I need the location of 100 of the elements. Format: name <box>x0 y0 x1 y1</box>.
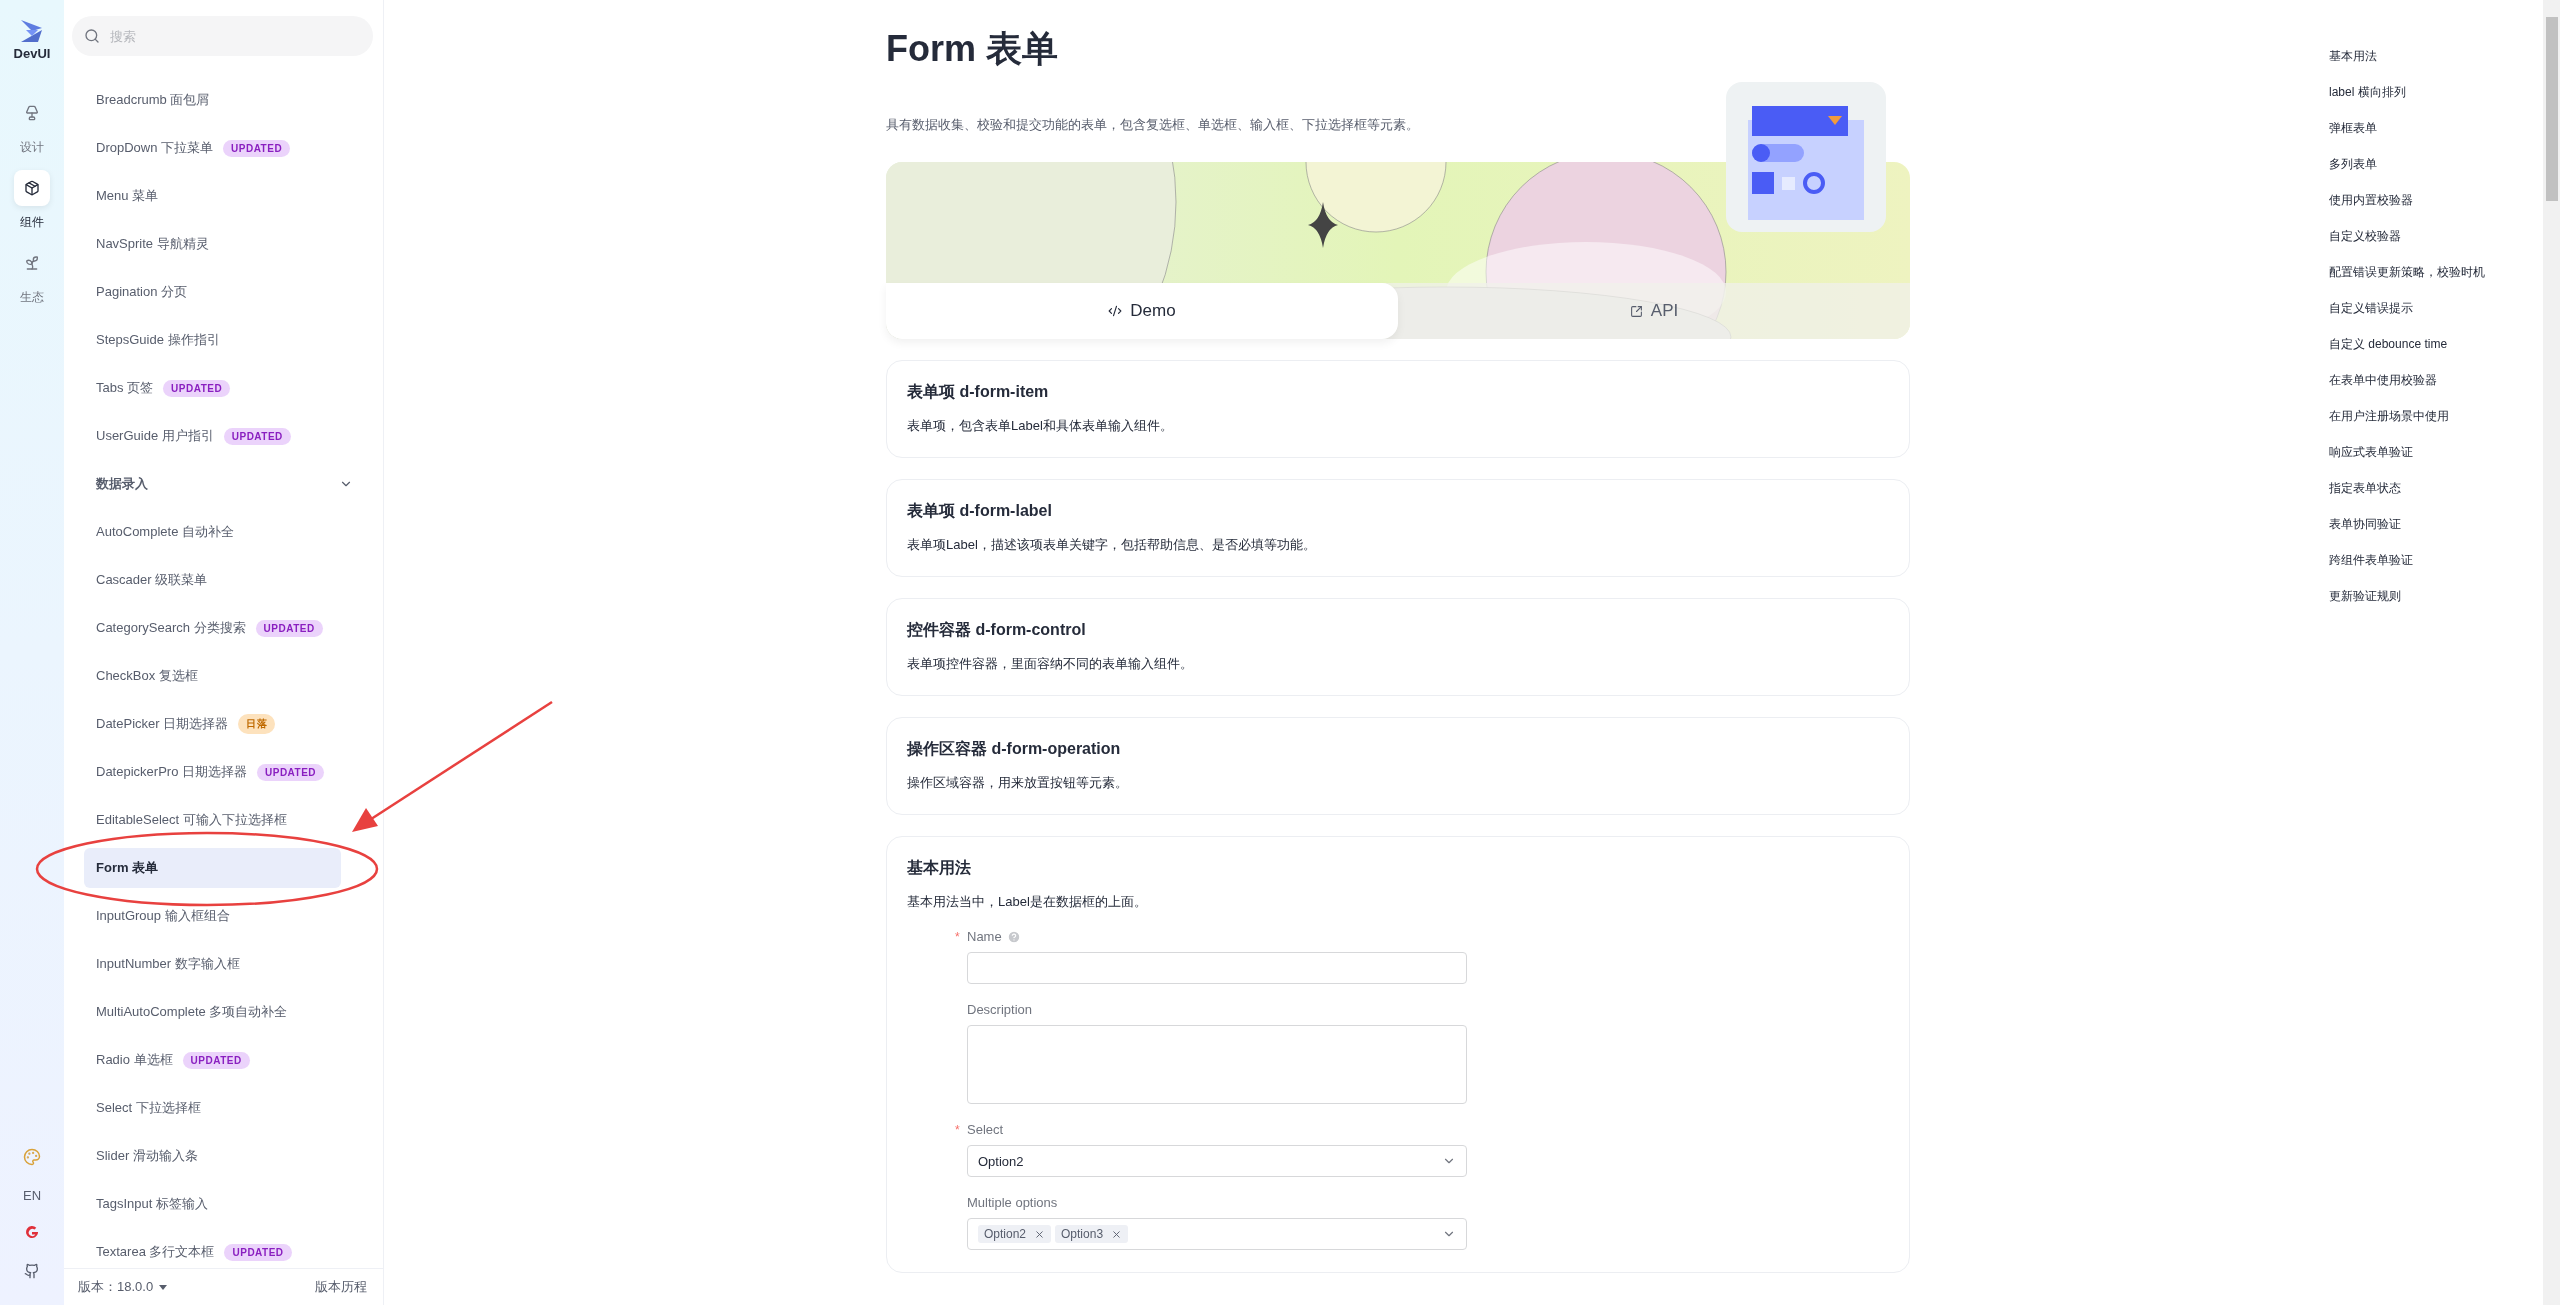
nav-item[interactable]: NavSprite 导航精灵 <box>84 224 341 264</box>
nav-item[interactable]: TagsInput 标签输入 <box>84 1184 341 1224</box>
nav-item[interactable]: Cascader 级联菜单 <box>84 560 341 600</box>
toc-link[interactable]: 自定义 debounce time <box>2329 326 2543 362</box>
nav-item-label: Tabs 页签 <box>96 379 154 397</box>
demo-title: 基本用法 <box>907 858 972 878</box>
section-title: 表单项 d-form-item <box>907 382 1050 402</box>
section-title: 表单项 d-form-label <box>907 501 1053 521</box>
status-badge: UPDATED <box>182 1051 250 1069</box>
textarea-field[interactable] <box>967 1025 1467 1104</box>
nav-item[interactable]: MultiAutoComplete 多项自动补全 <box>84 992 341 1032</box>
toc-link[interactable]: 弹框表单 <box>2329 110 2543 146</box>
nav-item[interactable]: Radio 单选框 UPDATED <box>84 1040 341 1080</box>
nav-item-label: Slider 滑动输入条 <box>96 1147 198 1165</box>
section-description: 操作区域容器，用来放置按钮等元素。 <box>907 774 1129 792</box>
nav-item-label: UserGuide 用户指引 <box>96 427 214 445</box>
nav-item-label: CheckBox 复选框 <box>96 667 198 685</box>
status-badge: UPDATED <box>163 379 231 397</box>
language-toggle[interactable]: EN <box>22 1188 42 1203</box>
toc-link[interactable]: 基本用法 <box>2329 38 2543 74</box>
toc-link[interactable]: 配置错误更新策略，校验时机 <box>2329 254 2543 290</box>
nav-item[interactable]: CheckBox 复选框 <box>84 656 341 696</box>
search-field[interactable]: 搜索 <box>72 16 373 56</box>
caret-icon <box>159 1284 168 1290</box>
search-input[interactable]: 搜索 <box>108 27 361 45</box>
nav-item-label: Pagination 分页 <box>96 283 188 301</box>
toc-link[interactable]: 在用户注册场景中使用 <box>2329 398 2543 434</box>
nav-item-label: DropDown 下拉菜单 <box>96 139 214 157</box>
nav-item[interactable]: Breadcrumb 面包屑 <box>84 80 341 120</box>
nav-item[interactable]: Menu 菜单 <box>84 176 341 216</box>
nav-item[interactable]: DatePicker 日期选择器 日落 <box>84 704 341 744</box>
toc-link[interactable]: 使用内置校验器 <box>2329 182 2543 218</box>
status-badge: UPDATED <box>257 763 325 781</box>
github-icon[interactable] <box>24 1263 40 1279</box>
status-badge: UPDATED <box>223 139 291 157</box>
nav-item[interactable]: DropDown 下拉菜单 UPDATED <box>84 128 341 168</box>
nav-item-label: TagsInput 标签输入 <box>96 1195 208 1213</box>
nav-group-header[interactable]: 数据录入 <box>96 475 353 493</box>
nav-item[interactable]: CategorySearch 分类搜索 UPDATED <box>84 608 341 648</box>
nav-item[interactable]: InputGroup 输入框组合 <box>84 896 341 936</box>
nav-item-label: InputGroup 输入框组合 <box>96 907 230 925</box>
rail-item[interactable]: 设计 <box>14 95 50 156</box>
scrollbar[interactable] <box>2543 0 2560 1305</box>
toc-link[interactable]: label 横向排列 <box>2329 74 2543 110</box>
toc-link[interactable]: 多列表单 <box>2329 146 2543 182</box>
field-label: Multiple options <box>967 1195 1058 1210</box>
square-icon <box>1629 304 1643 318</box>
toc-link[interactable]: 跨组件表单验证 <box>2329 542 2543 578</box>
nav-item-label: Select 下拉选择框 <box>96 1099 201 1117</box>
nav-item-label: InputNumber 数字输入框 <box>96 955 240 973</box>
logo-text: DevUI <box>13 46 51 61</box>
nav-item[interactable]: StepsGuide 操作指引 <box>84 320 341 360</box>
nav-item[interactable]: AutoComplete 自动补全 <box>84 512 341 552</box>
close-icon[interactable] <box>1034 1228 1046 1240</box>
toc-link[interactable]: 响应式表单验证 <box>2329 434 2543 470</box>
input-field[interactable] <box>967 952 1467 984</box>
version-dropdown[interactable]: 版本：18.0.0 <box>78 1278 168 1296</box>
toc-link[interactable]: 表单协同验证 <box>2329 506 2543 542</box>
close-icon[interactable] <box>1111 1228 1123 1240</box>
help-icon[interactable] <box>1006 929 1021 944</box>
nav-item-label: MultiAutoComplete 多项自动补全 <box>96 1003 288 1021</box>
nav-item[interactable]: Pagination 分页 <box>84 272 341 312</box>
nav-item[interactable]: InputNumber 数字输入框 <box>84 944 341 984</box>
demo-description: 基本用法当中，Label是在数据框的上面。 <box>907 893 1148 911</box>
nav-item[interactable]: Textarea 多行文本框 UPDATED <box>84 1232 341 1268</box>
multi-select-field[interactable]: Option2 Option3 <box>967 1218 1467 1250</box>
nav-item-label: StepsGuide 操作指引 <box>96 331 220 349</box>
nav-item[interactable]: DatepickerPro 日期选择器 UPDATED <box>84 752 341 792</box>
status-badge: UPDATED <box>224 1243 292 1261</box>
toc-link[interactable]: 指定表单状态 <box>2329 470 2543 506</box>
nav-item-label: NavSprite 导航精灵 <box>96 235 209 253</box>
google-icon[interactable] <box>24 1225 40 1241</box>
rail-icon <box>24 255 40 271</box>
option-tag: Option3 <box>1055 1225 1129 1243</box>
palette-icon[interactable] <box>23 1148 41 1166</box>
select-field[interactable]: Option2 <box>967 1145 1467 1177</box>
version-history-link[interactable]: 版本历程 <box>315 1278 367 1296</box>
nav-item[interactable]: Form 表单 <box>84 848 341 888</box>
page-tab[interactable]: API <box>1398 283 1910 339</box>
search-icon <box>84 28 100 44</box>
toc-link[interactable]: 在表单中使用校验器 <box>2329 362 2543 398</box>
field-label: Name <box>967 929 1002 944</box>
status-badge: 日落 <box>238 714 276 734</box>
rail-icon <box>24 105 40 121</box>
toc-link[interactable]: 更新验证规则 <box>2329 578 2543 614</box>
nav-item[interactable]: EditableSelect 可输入下拉选择框 <box>84 800 341 840</box>
nav-item-label: Cascader 级联菜单 <box>96 571 208 589</box>
page-title: Form 表单 <box>886 27 1059 71</box>
toc-link[interactable]: 自定义错误提示 <box>2329 290 2543 326</box>
nav-item[interactable]: Select 下拉选择框 <box>84 1088 341 1128</box>
page-tab[interactable]: Demo <box>886 283 1398 339</box>
code-icon <box>1108 304 1123 318</box>
toc-link[interactable]: 自定义校验器 <box>2329 218 2543 254</box>
status-badge: UPDATED <box>223 427 291 445</box>
section-description: 表单项控件容器，里面容纳不同的表单输入组件。 <box>907 655 1194 673</box>
rail-item[interactable]: 生态 <box>14 245 50 306</box>
nav-item[interactable]: Tabs 页签 UPDATED <box>84 368 341 408</box>
nav-item[interactable]: UserGuide 用户指引 UPDATED <box>84 416 341 456</box>
nav-item[interactable]: Slider 滑动输入条 <box>84 1136 341 1176</box>
field-label: Select <box>967 1122 1004 1137</box>
